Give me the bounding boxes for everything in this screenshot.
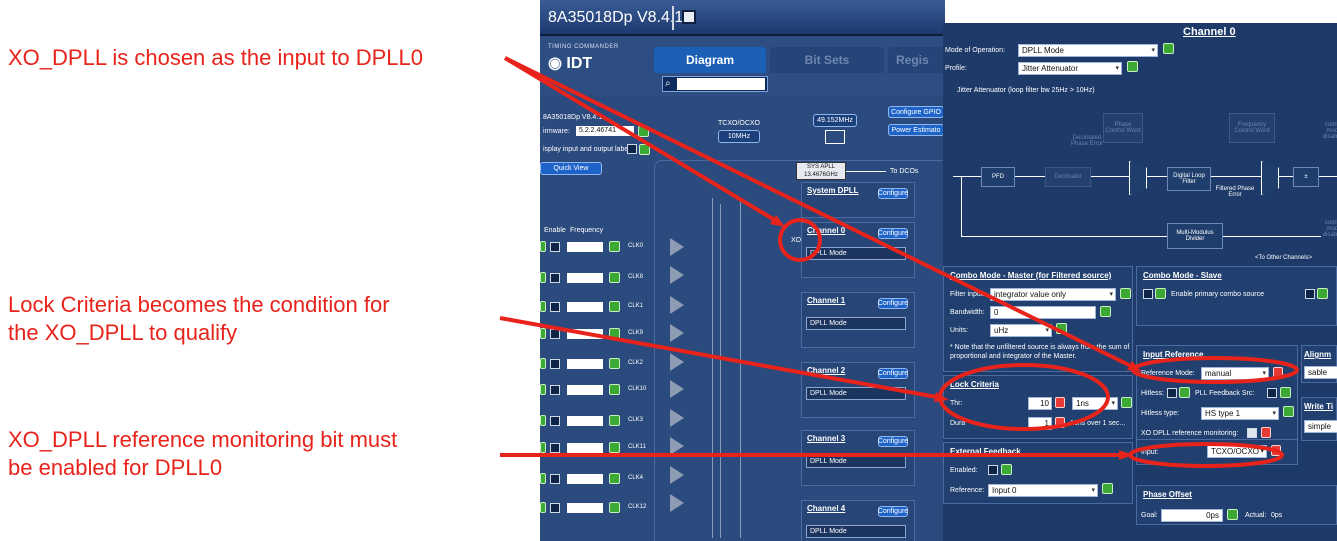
annotation-overlay	[499, 56, 1299, 468]
highlight-xo-circle	[778, 218, 822, 262]
arrow-1b-shaft	[504, 56, 1136, 370]
arrow-2-shaft	[499, 316, 943, 400]
arrow-1-shaft	[503, 56, 780, 224]
highlight-lock-criteria	[938, 363, 1110, 431]
highlight-xo-monitoring	[1128, 442, 1284, 468]
highlight-reference-mode	[1131, 356, 1299, 384]
